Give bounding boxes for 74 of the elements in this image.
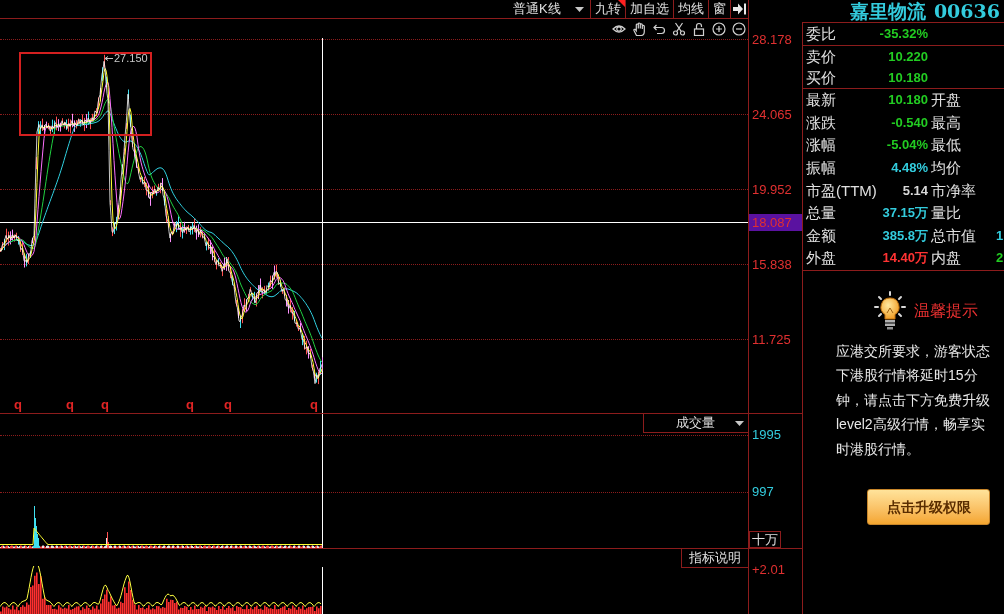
toolbar-button[interactable]: 九转: [590, 0, 625, 18]
quote-label: 金额: [806, 226, 837, 245]
quote-value: 4.48%: [890, 160, 928, 177]
upgrade-button[interactable]: 点击升级权限: [867, 489, 990, 526]
quote-value: 385.8万: [881, 227, 928, 244]
signal-marker: q: [66, 397, 74, 412]
price-axis-label: 28.178: [752, 32, 792, 47]
quote-label: 涨幅: [806, 136, 837, 155]
toolbar-button[interactable]: 窗: [708, 0, 730, 18]
signal-marker: q: [101, 397, 109, 412]
signal-marker: q: [224, 397, 232, 412]
quote-label: 振幅: [806, 159, 837, 178]
quote-label: 总市值: [930, 226, 977, 245]
quote-value: 14.40万: [881, 250, 928, 267]
quote-label: 市净率: [930, 181, 977, 200]
indicator-axis-label: +2.01: [752, 562, 785, 577]
padlock-icon[interactable]: [692, 22, 706, 36]
arrow-to-bar-icon: [733, 3, 746, 15]
undo-icon[interactable]: [652, 22, 666, 36]
quote-value: -5.04%: [885, 137, 928, 154]
stock-name: 嘉里物流: [849, 0, 926, 22]
price-axis-label: 11.725: [752, 332, 791, 347]
quote-value: 10.220: [887, 48, 928, 65]
caret-icon: [735, 420, 744, 426]
price-axis-label: 15.838: [752, 257, 792, 272]
caret-icon: [575, 6, 584, 12]
zoom-out-icon[interactable]: [732, 22, 746, 36]
volume-unit-label: 十万: [749, 531, 781, 548]
quote-label: 内盘: [930, 249, 962, 268]
quote-value: 1: [996, 227, 1004, 244]
indicator-dropdown[interactable]: 成交量: [643, 414, 748, 433]
quote-label: 开盘: [930, 91, 962, 110]
eye-icon[interactable]: [612, 22, 626, 36]
quote-label: 委比: [806, 25, 837, 43]
quote-value: 10.180: [887, 92, 928, 109]
crosshair-price-label: 18.087: [749, 214, 802, 231]
chart-type-dropdown[interactable]: 普通K线: [483, 0, 590, 18]
price-axis-label: 19.952: [752, 182, 792, 197]
quote-label: 量比: [930, 204, 962, 223]
tip-title: 温馨提示: [914, 300, 978, 321]
quote-label: 总量: [806, 204, 837, 223]
zoom-in-icon[interactable]: [712, 22, 726, 36]
quote-value: 37.15万: [881, 205, 928, 222]
volume-axis-label: 997: [752, 484, 774, 499]
quote-label: 最新: [806, 91, 837, 110]
volume-axis-label: 1995: [752, 427, 781, 442]
scissors-icon[interactable]: [672, 22, 686, 36]
collapse-panel-button[interactable]: [730, 0, 748, 18]
hand-icon[interactable]: [632, 22, 646, 36]
quote-value: 10.180: [887, 69, 928, 86]
price-axis-label: 24.065: [752, 107, 792, 122]
quote-label: 均价: [930, 159, 962, 178]
quote-label: 卖价: [806, 47, 837, 66]
signal-marker: q: [186, 397, 194, 412]
quote-label: 买价: [806, 68, 837, 87]
quote-value: 2: [996, 250, 1004, 267]
toolbar-button[interactable]: 均线: [673, 0, 708, 18]
indicator-help-button[interactable]: 指标说明: [681, 549, 748, 568]
toolbar-button[interactable]: 加自选: [625, 0, 673, 18]
signal-marker: q: [310, 397, 318, 412]
quote-value: 5.14: [901, 182, 928, 199]
max-price-label: 27.150: [114, 52, 148, 65]
tip-message: 应港交所要求，游客状态 下港股行情将延时15分 钟，请点击下方免费升级 level2高级行情，畅享实 时港股行情。: [835, 341, 991, 459]
quote-label: 最高: [930, 113, 962, 132]
quote-label: 最低: [930, 136, 962, 155]
quote-label: 市盈(TTM): [806, 181, 878, 200]
quote-value: -0.540: [890, 114, 928, 131]
quote-label: 涨跌: [806, 113, 837, 132]
signal-marker: q: [14, 397, 22, 412]
quote-value: -35.32%: [878, 26, 928, 42]
lightbulb-icon: [874, 290, 906, 331]
quote-label: 外盘: [806, 249, 837, 268]
stock-code: 00636: [933, 0, 1000, 22]
crosshair-line: [322, 567, 323, 614]
